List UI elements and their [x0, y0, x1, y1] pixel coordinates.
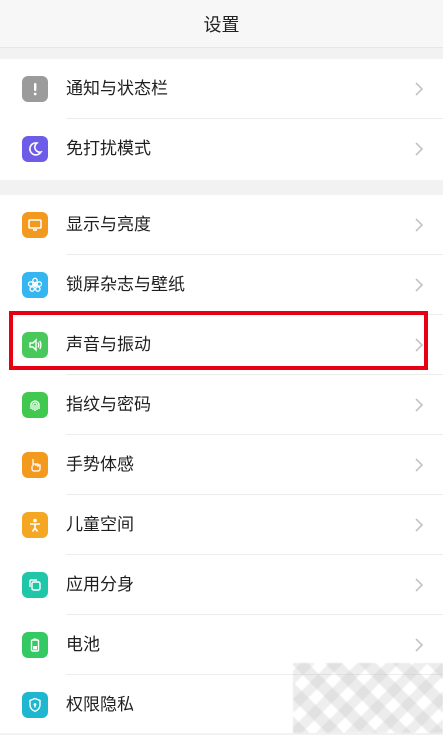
- settings-item-gestures[interactable]: 手势体感: [0, 435, 443, 495]
- settings-item-do-not-disturb[interactable]: 免打扰模式: [0, 119, 443, 179]
- settings-item-permissions-privacy[interactable]: 权限隐私: [0, 675, 443, 735]
- settings-item-notifications[interactable]: 通知与状态栏: [0, 59, 443, 119]
- chevron-right-icon: [411, 217, 427, 233]
- settings-item-label: 通知与状态栏: [66, 79, 168, 99]
- settings-item-label: 显示与亮度: [66, 215, 151, 235]
- chevron-right-icon: [411, 457, 427, 473]
- hand-icon: [22, 452, 48, 478]
- top-bar: 设置: [0, 0, 443, 48]
- page-title: 设置: [203, 14, 240, 36]
- settings-group-2: 显示与亮度 锁屏杂志与壁纸 声音与振动 指纹与密码 手势体感 儿童空间 应用分身…: [0, 195, 443, 733]
- exclamation-icon: [22, 76, 48, 102]
- chevron-right-icon: [411, 277, 427, 293]
- child-icon: [22, 512, 48, 538]
- settings-item-display-brightness[interactable]: 显示与亮度: [0, 195, 443, 255]
- settings-item-sound-vibration[interactable]: 声音与振动: [0, 315, 443, 375]
- chevron-right-icon: [411, 81, 427, 97]
- chevron-right-icon: [411, 337, 427, 353]
- settings-item-label: 儿童空间: [66, 515, 134, 535]
- settings-item-label: 手势体感: [66, 455, 134, 475]
- chevron-right-icon: [411, 577, 427, 593]
- clone-icon: [22, 572, 48, 598]
- settings-item-label: 锁屏杂志与壁纸: [66, 275, 185, 295]
- chevron-right-icon: [411, 397, 427, 413]
- moon-icon: [22, 136, 48, 162]
- settings-item-label: 指纹与密码: [66, 395, 151, 415]
- settings-item-label: 电池: [66, 635, 100, 655]
- chevron-right-icon: [411, 517, 427, 533]
- speaker-icon: [22, 332, 48, 358]
- settings-item-label: 权限隐私: [66, 695, 134, 715]
- battery-icon: [22, 632, 48, 658]
- settings-group-1: 通知与状态栏 免打扰模式: [0, 59, 443, 180]
- settings-item-label: 声音与振动: [66, 335, 151, 355]
- settings-item-label: 应用分身: [66, 575, 134, 595]
- settings-item-battery[interactable]: 电池: [0, 615, 443, 675]
- settings-item-lockscreen-wallpaper[interactable]: 锁屏杂志与壁纸: [0, 255, 443, 315]
- settings-item-fingerprint-password[interactable]: 指纹与密码: [0, 375, 443, 435]
- settings-item-app-clone[interactable]: 应用分身: [0, 555, 443, 615]
- shield-icon: [22, 692, 48, 718]
- settings-item-label: 免打扰模式: [66, 139, 151, 159]
- chevron-right-icon: [411, 141, 427, 157]
- monitor-icon: [22, 212, 48, 238]
- chevron-right-icon: [411, 637, 427, 653]
- flower-icon: [22, 272, 48, 298]
- settings-item-kids-space[interactable]: 儿童空间: [0, 495, 443, 555]
- fingerprint-icon: [22, 392, 48, 418]
